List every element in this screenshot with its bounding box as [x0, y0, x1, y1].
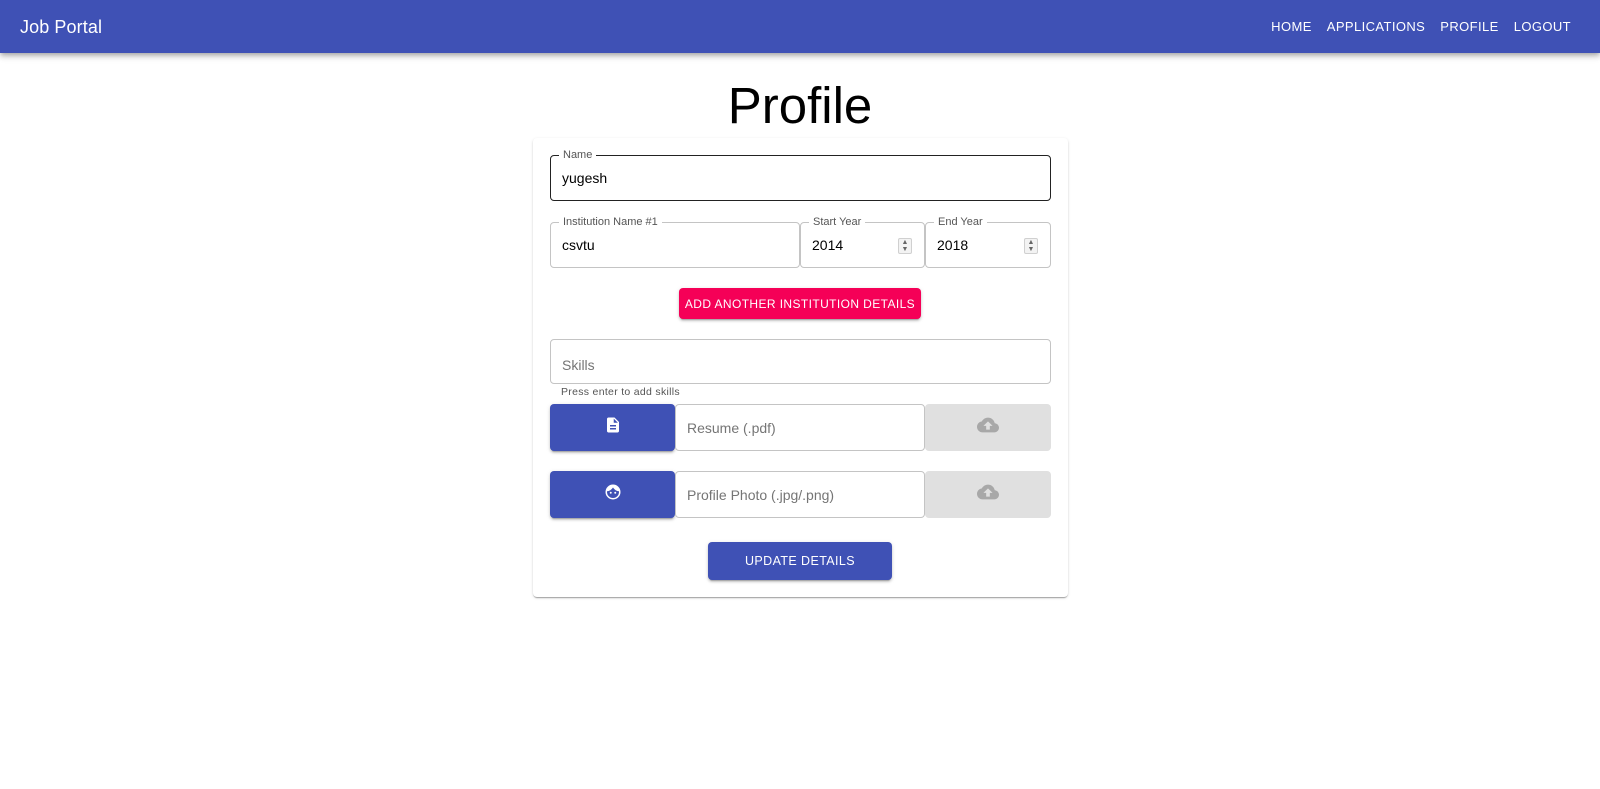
app-title: Job Portal: [20, 17, 103, 37]
skills-placeholder: Skills: [562, 356, 595, 373]
resume-placeholder: Resume (.pdf): [687, 419, 776, 436]
institution-name-field[interactable]: Institution Name #1 csvtu: [550, 216, 800, 268]
skills-helper-text: Press enter to add skills: [561, 386, 680, 398]
name-field[interactable]: Name yugesh: [550, 149, 1051, 201]
photo-upload-button[interactable]: [925, 471, 1051, 518]
name-value: yugesh: [562, 170, 608, 186]
skills-input[interactable]: Skills: [550, 339, 1051, 384]
nav-applications-button[interactable]: Applications: [1320, 13, 1432, 40]
start-year-value: 2014: [812, 237, 844, 253]
photo-select-button[interactable]: [550, 471, 675, 518]
top-nav: Home Applications Profile Logout: [1263, 0, 1578, 53]
start-year-field[interactable]: Start Year 2014 ▲ ▼: [800, 216, 925, 268]
page-title: Profile: [727, 77, 873, 134]
institution-name-value: csvtu: [562, 237, 595, 253]
photo-input[interactable]: Profile Photo (.jpg/.png): [675, 471, 925, 518]
update-details-button[interactable]: Update Details: [708, 542, 892, 580]
face-icon: [604, 483, 622, 506]
resume-input[interactable]: Resume (.pdf): [675, 404, 925, 451]
add-institution-button[interactable]: Add another institution details: [679, 288, 921, 319]
resume-upload-button[interactable]: [925, 404, 1051, 451]
end-year-field[interactable]: End Year 2018 ▲ ▼: [925, 216, 1051, 268]
photo-placeholder: Profile Photo (.jpg/.png): [687, 486, 835, 503]
resume-select-button[interactable]: [550, 404, 675, 451]
nav-profile-button[interactable]: Profile: [1433, 13, 1505, 40]
cloud-upload-icon: [977, 481, 999, 508]
end-year-value: 2018: [937, 237, 969, 253]
cloud-upload-icon: [977, 414, 999, 441]
nav-logout-button[interactable]: Logout: [1507, 13, 1578, 40]
end-year-spinner[interactable]: ▲ ▼: [1024, 238, 1038, 254]
app-bar: Job Portal Home Applications Profile Log…: [0, 0, 1600, 53]
profile-card: Name yugesh Institution Name #1 csvtu St…: [533, 138, 1068, 597]
nav-home-button[interactable]: Home: [1264, 13, 1319, 40]
description-icon: [604, 416, 622, 439]
start-year-spinner[interactable]: ▲ ▼: [898, 238, 912, 254]
